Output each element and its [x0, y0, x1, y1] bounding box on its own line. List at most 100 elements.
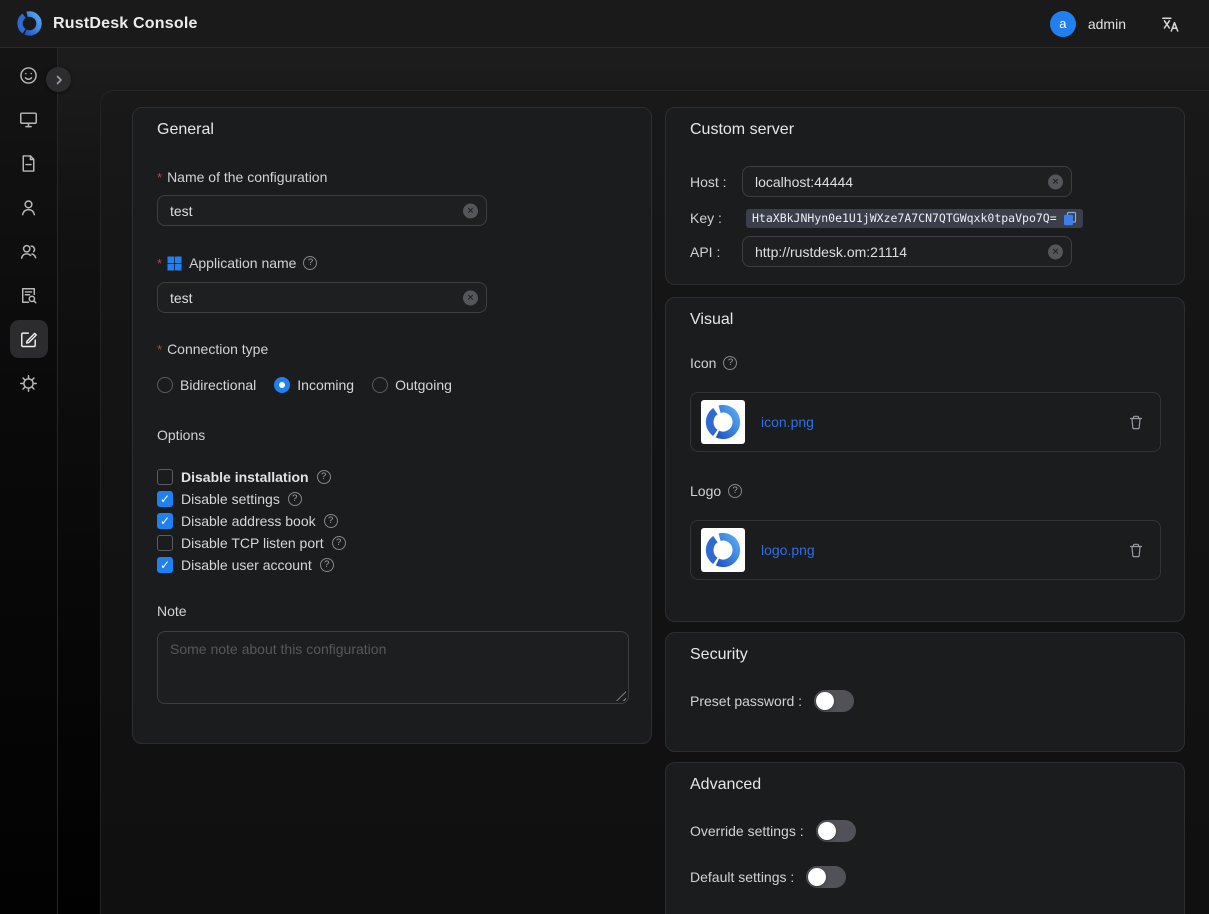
rustdesk-console-app: RustDesk Console a admin — [0, 0, 1209, 914]
custom-server-card-title: Custom server — [690, 122, 794, 138]
sidebar-item-groups[interactable] — [10, 232, 48, 270]
advanced-card-title: Advanced — [690, 777, 761, 793]
app-header: RustDesk Console a admin — [0, 0, 1209, 48]
user-group-icon — [18, 241, 39, 262]
connection-type-label: * Connection type — [157, 340, 268, 358]
default-settings-label: Default settings : — [690, 869, 794, 885]
note-label: Note — [157, 602, 187, 620]
sidebar — [0, 48, 58, 914]
option-disable-installation[interactable]: Disable installation — [157, 469, 331, 485]
windows-icon — [167, 256, 182, 271]
user-icon — [18, 197, 39, 218]
radio-incoming[interactable]: Incoming — [274, 377, 354, 393]
option-disable-settings[interactable]: Disable settings — [157, 491, 302, 507]
config-name-input[interactable] — [157, 195, 487, 226]
note-textarea[interactable] — [158, 632, 628, 703]
sidebar-item-settings[interactable] — [10, 364, 48, 402]
preset-password-row: Preset password : — [690, 690, 854, 712]
audit-log-icon — [18, 285, 39, 306]
sidebar-expand-button[interactable] — [46, 67, 71, 92]
application-name-label: * Application name — [157, 254, 317, 272]
help-icon[interactable] — [728, 484, 742, 498]
security-card: Security Preset password : — [665, 632, 1185, 752]
application-name-input[interactable] — [157, 282, 487, 313]
visual-card: Visual Icon icon.png Logo — [665, 297, 1185, 622]
application-name-field-wrap: ✕ — [157, 282, 487, 313]
key-row: Key : HtaXBkJNHyn0e1U1jWXze7A7CN7QTGWqxk… — [690, 207, 1160, 229]
rustdesk-logo-icon — [16, 10, 43, 37]
key-value: HtaXBkJNHyn0e1U1jWXze7A7CN7QTGWqxk0tpaVp… — [752, 211, 1057, 225]
help-icon[interactable] — [320, 558, 334, 572]
key-value-box: HtaXBkJNHyn0e1U1jWXze7A7CN7QTGWqxk0tpaVp… — [746, 209, 1083, 228]
general-card: General * Name of the configuration ✕ * … — [132, 107, 652, 744]
advanced-card: Advanced Override settings : Default set… — [665, 762, 1185, 914]
checkbox-icon — [157, 491, 173, 507]
api-field-wrap: ✕ — [742, 236, 1072, 267]
icon-file-row: icon.png — [690, 392, 1161, 452]
preset-password-toggle[interactable] — [814, 690, 854, 712]
checkbox-icon — [157, 557, 173, 573]
host-row: Host : ✕ — [690, 166, 1160, 197]
translate-icon[interactable] — [1160, 14, 1179, 33]
smiley-icon — [18, 65, 39, 86]
required-asterisk: * — [157, 169, 162, 187]
user-avatar[interactable]: a — [1050, 11, 1076, 37]
host-label: Host : — [690, 174, 742, 190]
api-input[interactable] — [742, 236, 1072, 267]
clear-icon[interactable]: ✕ — [463, 290, 478, 305]
api-row: API : ✕ — [690, 236, 1160, 267]
default-settings-row: Default settings : — [690, 866, 846, 888]
clear-icon[interactable]: ✕ — [463, 203, 478, 218]
option-disable-tcp-listen-port[interactable]: Disable TCP listen port — [157, 535, 346, 551]
logo-file-thumbnail — [701, 528, 745, 572]
help-icon[interactable] — [317, 470, 331, 484]
api-label: API : — [690, 244, 742, 260]
override-settings-toggle[interactable] — [816, 820, 856, 842]
sidebar-item-documents[interactable] — [10, 144, 48, 182]
radio-circle-icon — [274, 377, 290, 393]
default-settings-toggle[interactable] — [806, 866, 846, 888]
override-settings-label: Override settings : — [690, 823, 804, 839]
required-asterisk: * — [157, 341, 162, 359]
sidebar-item-custom-clients[interactable] — [10, 320, 48, 358]
checkbox-icon — [157, 513, 173, 529]
checkbox-icon — [157, 535, 173, 551]
key-label: Key : — [690, 210, 742, 226]
monitor-icon — [18, 109, 39, 130]
radio-bidirectional[interactable]: Bidirectional — [157, 377, 256, 393]
logo-file-link[interactable]: logo.png — [761, 542, 815, 558]
override-settings-row: Override settings : — [690, 820, 856, 842]
required-asterisk: * — [157, 255, 162, 273]
icon-file-link[interactable]: icon.png — [761, 414, 814, 430]
help-icon[interactable] — [303, 256, 317, 270]
app-title: RustDesk Console — [53, 15, 198, 33]
icon-file-thumbnail — [701, 400, 745, 444]
sidebar-item-users[interactable] — [10, 188, 48, 226]
user-name[interactable]: admin — [1088, 16, 1126, 32]
help-icon[interactable] — [288, 492, 302, 506]
help-icon[interactable] — [332, 536, 346, 550]
option-disable-address-book[interactable]: Disable address book — [157, 513, 338, 529]
clear-icon[interactable]: ✕ — [1048, 244, 1063, 259]
header-right: a admin — [1050, 11, 1193, 37]
gear-icon — [18, 373, 39, 394]
trash-icon[interactable] — [1128, 542, 1144, 559]
logo-upload-label: Logo — [690, 482, 742, 500]
option-disable-user-account[interactable]: Disable user account — [157, 557, 334, 573]
help-icon[interactable] — [723, 356, 737, 370]
config-name-field-wrap: ✕ — [157, 195, 487, 226]
sidebar-item-devices[interactable] — [10, 100, 48, 138]
trash-icon[interactable] — [1128, 414, 1144, 431]
sidebar-item-audit[interactable] — [10, 276, 48, 314]
copy-icon[interactable] — [1063, 211, 1077, 226]
connection-type-radio-group: Bidirectional Incoming Outgoing — [157, 377, 452, 393]
sidebar-item-home[interactable] — [10, 56, 48, 94]
radio-outgoing[interactable]: Outgoing — [372, 377, 452, 393]
document-icon — [18, 153, 39, 174]
help-icon[interactable] — [324, 514, 338, 528]
radio-circle-icon — [372, 377, 388, 393]
host-input[interactable] — [742, 166, 1072, 197]
chevron-right-icon — [53, 74, 65, 86]
radio-circle-icon — [157, 377, 173, 393]
clear-icon[interactable]: ✕ — [1048, 174, 1063, 189]
